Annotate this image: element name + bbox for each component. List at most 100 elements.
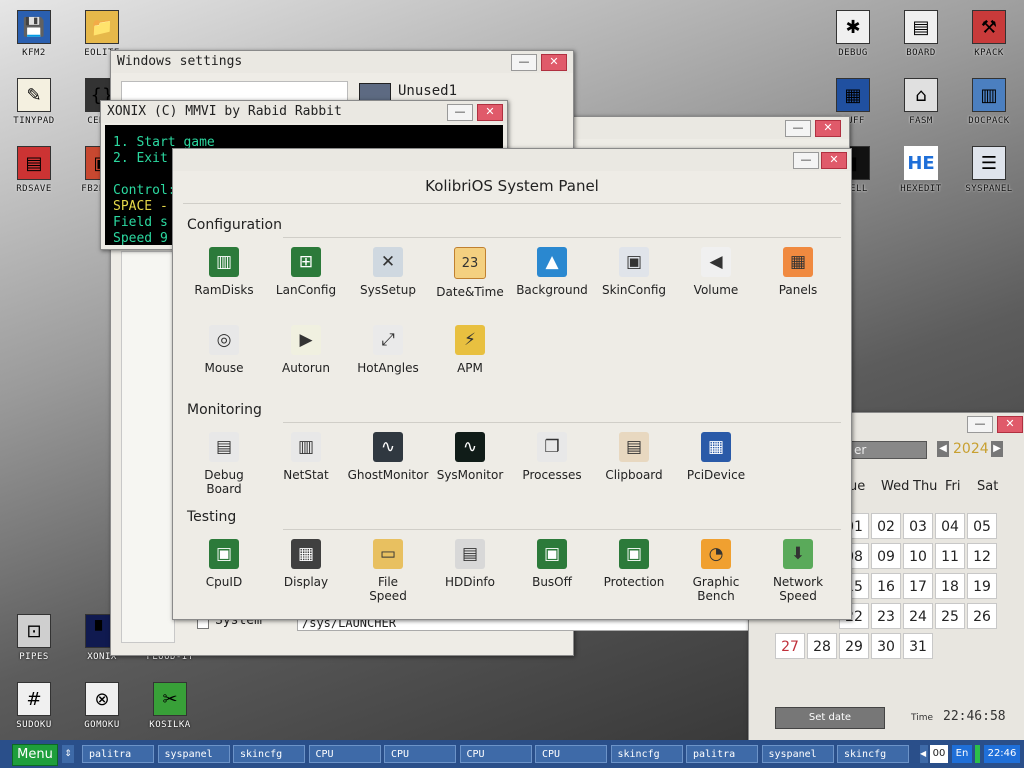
updown-icon[interactable]: ⇕: [62, 745, 74, 763]
panel-item-panels[interactable]: ▦ Panels: [757, 247, 839, 297]
section-divider: [283, 422, 841, 423]
taskbar-task[interactable]: palitra: [82, 745, 154, 763]
close-button[interactable]: ✕: [541, 54, 567, 71]
panel-item-lanconfig[interactable]: ⊞ LanConfig: [265, 247, 347, 297]
taskbar-task[interactable]: CPU: [308, 745, 381, 763]
panel-item-sysmonitor[interactable]: ∿ SysMonitor: [429, 432, 511, 482]
panel-item-file-speed[interactable]: ▭ File Speed: [347, 539, 429, 603]
desktop-icon-kfm2[interactable]: 💾 KFM2: [2, 10, 66, 58]
calendar-day[interactable]: 25: [935, 603, 965, 629]
minimize-button[interactable]: —: [785, 120, 811, 137]
panel-item-busoff[interactable]: ▣ BusOff: [511, 539, 593, 589]
menu-exit[interactable]: 2. Exit: [113, 151, 168, 166]
desktop-icon-kpack[interactable]: ⚒ KPACK: [957, 10, 1021, 58]
panel-item-ramdisks[interactable]: ▥ RamDisks: [183, 247, 265, 297]
calendar-day[interactable]: 09: [871, 543, 901, 569]
panel-item-processes[interactable]: ❐ Processes: [511, 432, 593, 482]
desktop-icon-rdsave[interactable]: ▤ RDSAVE: [2, 146, 66, 194]
taskbar-task[interactable]: CPU: [459, 745, 532, 763]
panel-item-graphic-bench[interactable]: ◔ Graphic Bench: [675, 539, 757, 603]
panel-item-skinconfig[interactable]: ▣ SkinConfig: [593, 247, 675, 297]
panel-item-apm[interactable]: ⚡ APM: [429, 325, 511, 375]
system-panel-titlebar[interactable]: [173, 149, 851, 171]
desktop-icon-kosilka[interactable]: ✂ KOSILKA: [138, 682, 202, 730]
desktop-icon-docpack[interactable]: ▥ DOCPACK: [957, 78, 1021, 126]
taskbar-task[interactable]: skincfg: [837, 745, 909, 763]
clock[interactable]: 22:46: [984, 745, 1020, 763]
calendar-day[interactable]: 16: [871, 573, 901, 599]
year-next-button[interactable]: ▶: [991, 441, 1003, 457]
calendar-day[interactable]: 02: [871, 513, 901, 539]
taskbar-task[interactable]: skincfg: [610, 745, 683, 763]
taskbar-task[interactable]: syspanel: [761, 745, 834, 763]
space-label: SPACE -: [113, 199, 168, 214]
calendar-day[interactable]: 12: [967, 543, 997, 569]
calendar-day[interactable]: 29: [839, 633, 869, 659]
taskbar-task[interactable]: palitra: [686, 745, 758, 763]
panel-item-volume[interactable]: ◀ Volume: [675, 247, 757, 297]
desktop-icon-sudoku[interactable]: # SUDOKU: [2, 682, 66, 730]
panel-item-debug-board[interactable]: ▤ Debug Board: [183, 432, 265, 496]
calendar-day[interactable]: 30: [871, 633, 901, 659]
minimize-button[interactable]: —: [967, 416, 993, 433]
set-date-button[interactable]: Set date: [775, 707, 885, 729]
color-swatch[interactable]: [359, 83, 391, 101]
desktop-icon-hexedit[interactable]: HE HEXEDIT: [889, 146, 953, 194]
panel-item-pcidevice[interactable]: ▦ PciDevice: [675, 432, 757, 482]
panel-item-hotangles[interactable]: ⤢ HotAngles: [347, 325, 429, 375]
taskbar-task[interactable]: skincfg: [233, 745, 305, 763]
close-button[interactable]: ✕: [821, 152, 847, 169]
close-button[interactable]: ✕: [815, 120, 841, 137]
panel-item-autorun[interactable]: ▶ Autorun: [265, 325, 347, 375]
desktop-icon-pipes[interactable]: ⊡ PIPES: [2, 614, 66, 662]
calendar-day[interactable]: 10: [903, 543, 933, 569]
calendar-day-sunday[interactable]: 27: [775, 633, 805, 659]
calendar-day[interactable]: 26: [967, 603, 997, 629]
calendar-day[interactable]: 03: [903, 513, 933, 539]
panel-item-protection[interactable]: ▣ Protection: [593, 539, 675, 589]
panel-item-cpuid[interactable]: ▣ CpuID: [183, 539, 265, 589]
panel-item-netstat[interactable]: ▥ NetStat: [265, 432, 347, 482]
taskbar-task[interactable]: syspanel: [157, 745, 230, 763]
window-title[interactable]: Windows settings: [111, 51, 573, 73]
hotangles-icon: ⤢: [373, 325, 403, 355]
panel-item-background[interactable]: ▲ Background: [511, 247, 593, 297]
calendar-day[interactable]: 04: [935, 513, 965, 539]
desktop-icon-debug[interactable]: ✱ DEBUG: [821, 10, 885, 58]
minimize-button[interactable]: —: [447, 104, 473, 121]
language-indicator[interactable]: En: [952, 745, 972, 763]
month-select[interactable]: er: [849, 441, 927, 459]
panel-item-mouse[interactable]: ◎ Mouse: [183, 325, 265, 375]
close-button[interactable]: ✕: [997, 416, 1023, 433]
desktop-icon-fasm[interactable]: ⌂ FASM: [889, 78, 953, 126]
calendar-day[interactable]: 11: [935, 543, 965, 569]
desktop-icon-label: PIPES: [19, 652, 49, 662]
panel-item-clipboard[interactable]: ▤ Clipboard: [593, 432, 675, 482]
calendar-day[interactable]: 17: [903, 573, 933, 599]
panel-item-hddinfo[interactable]: ▤ HDDinfo: [429, 539, 511, 589]
calendar-day[interactable]: 23: [871, 603, 901, 629]
minimize-button[interactable]: —: [511, 54, 537, 71]
desktop-icon-board[interactable]: ▤ BOARD: [889, 10, 953, 58]
desktop-icon-gomoku[interactable]: ⊗ GOMOKU: [70, 682, 134, 730]
minimize-button[interactable]: —: [793, 152, 819, 169]
calendar-day[interactable]: 05: [967, 513, 997, 539]
calendar-day[interactable]: 31: [903, 633, 933, 659]
taskbar-task[interactable]: CPU: [535, 745, 607, 763]
menu-button[interactable]: Menu: [12, 744, 58, 766]
calendar-day[interactable]: 19: [967, 573, 997, 599]
panel-item-display[interactable]: ▦ Display: [265, 539, 347, 589]
tray-left-icon[interactable]: ◀: [920, 745, 928, 763]
close-button[interactable]: ✕: [477, 104, 503, 121]
taskbar-task[interactable]: CPU: [384, 745, 456, 763]
desktop-icon-tinypad[interactable]: ✎ TINYPAD: [2, 78, 66, 126]
calendar-day[interactable]: 18: [935, 573, 965, 599]
year-prev-button[interactable]: ◀: [937, 441, 949, 457]
panel-item-syssetup[interactable]: ✕ SysSetup: [347, 247, 429, 297]
calendar-day[interactable]: 24: [903, 603, 933, 629]
desktop-icon-syspanel[interactable]: ☰ SYSPANEL: [957, 146, 1021, 194]
calendar-day[interactable]: 28: [807, 633, 837, 659]
panel-item-date-time[interactable]: 23 Date&Time: [429, 247, 511, 299]
panel-item-ghostmonitor[interactable]: ∿ GhostMonitor: [347, 432, 429, 482]
panel-item-network-speed[interactable]: ⬇ Network Speed: [757, 539, 839, 603]
